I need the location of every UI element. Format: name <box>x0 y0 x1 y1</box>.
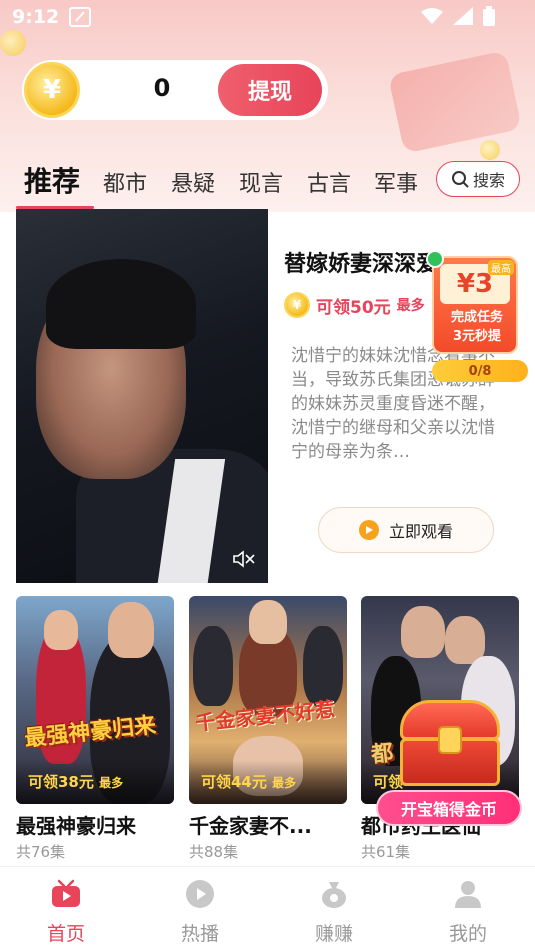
coin-decoration <box>480 140 500 160</box>
nav-label: 我的 <box>448 923 487 945</box>
drama-title[interactable]: 千金家妻不... <box>189 810 347 839</box>
watch-now-label: 立即观看 <box>388 522 453 541</box>
mute-icon[interactable] <box>232 549 256 569</box>
tab-suspense[interactable]: 悬疑 <box>171 166 215 198</box>
nav-profile[interactable]: 我的 <box>423 877 513 946</box>
play-circle-icon <box>183 877 217 911</box>
task-card: ¥3 最高 完成任务 3元秒提 <box>432 256 518 354</box>
task-badge: 最高 <box>488 260 514 275</box>
nav-home[interactable]: 首页 <box>21 877 111 946</box>
nav-label: 赚赚 <box>314 923 353 945</box>
featured-reward-amount: 可领50元 <box>316 297 391 318</box>
drama-reward-max: 最多 <box>99 776 124 790</box>
withdraw-button[interactable]: 提现 <box>218 64 322 116</box>
featured-reward-max: 最多 <box>396 298 425 314</box>
tab-recommend[interactable]: 推荐 <box>24 160 80 200</box>
tab-modern-romance[interactable]: 现言 <box>239 166 283 198</box>
poster-figure <box>44 610 78 650</box>
coin-balance: 0 <box>153 74 171 102</box>
drama-reward: 可领38元 最多 <box>28 771 123 792</box>
search-icon <box>451 171 469 188</box>
drama-reward-amount: 可领44元 <box>201 773 267 791</box>
tab-urban[interactable]: 都市 <box>103 166 147 198</box>
drama-reward-amount: 可领38元 <box>28 773 94 791</box>
drama-reward: 可领44元 最多 <box>201 771 296 792</box>
person-icon <box>451 877 485 911</box>
yen-coin-icon: ¥ <box>284 292 310 318</box>
status-bar: 9:12 <box>0 0 535 34</box>
search-label: 搜索 <box>472 171 505 190</box>
treasure-lock <box>438 726 462 754</box>
open-treasure-button[interactable]: 开宝箱得金币 <box>376 790 522 826</box>
red-envelope-decoration <box>387 50 523 154</box>
wifi-icon <box>421 8 443 24</box>
featured-video-player[interactable] <box>16 209 268 583</box>
tab-military[interactable]: 军事 <box>374 166 418 198</box>
poster-figure <box>108 602 154 658</box>
task-line-2: 3元秒提 <box>452 329 502 344</box>
bottom-navigation: 首页 热播 赚赚 我的 <box>0 866 535 951</box>
drama-episodes: 共88集 <box>189 843 239 861</box>
featured-title[interactable]: 替嫁娇妻深深爱 <box>284 246 438 278</box>
drama-episodes: 共61集 <box>361 843 411 861</box>
nav-label: 热播 <box>180 923 219 945</box>
drama-poster[interactable]: 千金家妻不好惹 可领44元 最多 <box>189 596 347 804</box>
drama-poster[interactable]: 最强神豪归来 可领38元 最多 <box>16 596 174 804</box>
yen-coin-icon: ¥ <box>24 62 80 118</box>
coin-balance-bar: ¥ 0 提现 <box>22 60 328 120</box>
drama-episodes: 共76集 <box>16 843 66 861</box>
poster-figure <box>193 626 233 706</box>
watch-now-button[interactable]: 立即观看 <box>318 507 494 553</box>
poster-figure <box>249 600 287 644</box>
nav-trending[interactable]: 热播 <box>155 877 245 946</box>
play-icon <box>358 520 379 540</box>
featured-reward: ¥ 可领50元 最多 <box>284 292 425 318</box>
treasure-chest-icon[interactable] <box>396 700 504 786</box>
task-progress: 0/8 <box>432 360 528 382</box>
nav-label: 首页 <box>46 923 85 945</box>
video-frame-hair <box>46 259 196 349</box>
task-reward-widget[interactable]: ¥3 最高 完成任务 3元秒提 0/8 <box>426 250 528 384</box>
nav-earn[interactable]: 赚赚 <box>289 877 379 946</box>
clock-icon <box>426 250 444 268</box>
tv-icon <box>49 877 83 911</box>
status-time: 9:12 <box>12 6 60 28</box>
battery-icon <box>483 6 495 26</box>
task-line-1: 完成任务 <box>450 310 503 325</box>
tab-ancient-romance[interactable]: 古言 <box>307 166 351 198</box>
poster-figure <box>401 606 445 658</box>
edit-notification-icon <box>69 7 92 27</box>
signal-icon <box>453 7 473 25</box>
drama-card[interactable]: 最强神豪归来 可领38元 最多 最强神豪归来 共76集 <box>16 596 174 862</box>
drama-title[interactable]: 最强神豪归来 <box>16 810 174 839</box>
drama-reward-max: 最多 <box>272 776 297 790</box>
drama-card[interactable]: 千金家妻不好惹 可领44元 最多 千金家妻不... 共88集 <box>189 596 347 862</box>
task-text: 完成任务 3元秒提 <box>434 308 516 346</box>
money-bag-icon <box>317 877 351 911</box>
search-button[interactable]: 搜索 <box>436 161 520 197</box>
